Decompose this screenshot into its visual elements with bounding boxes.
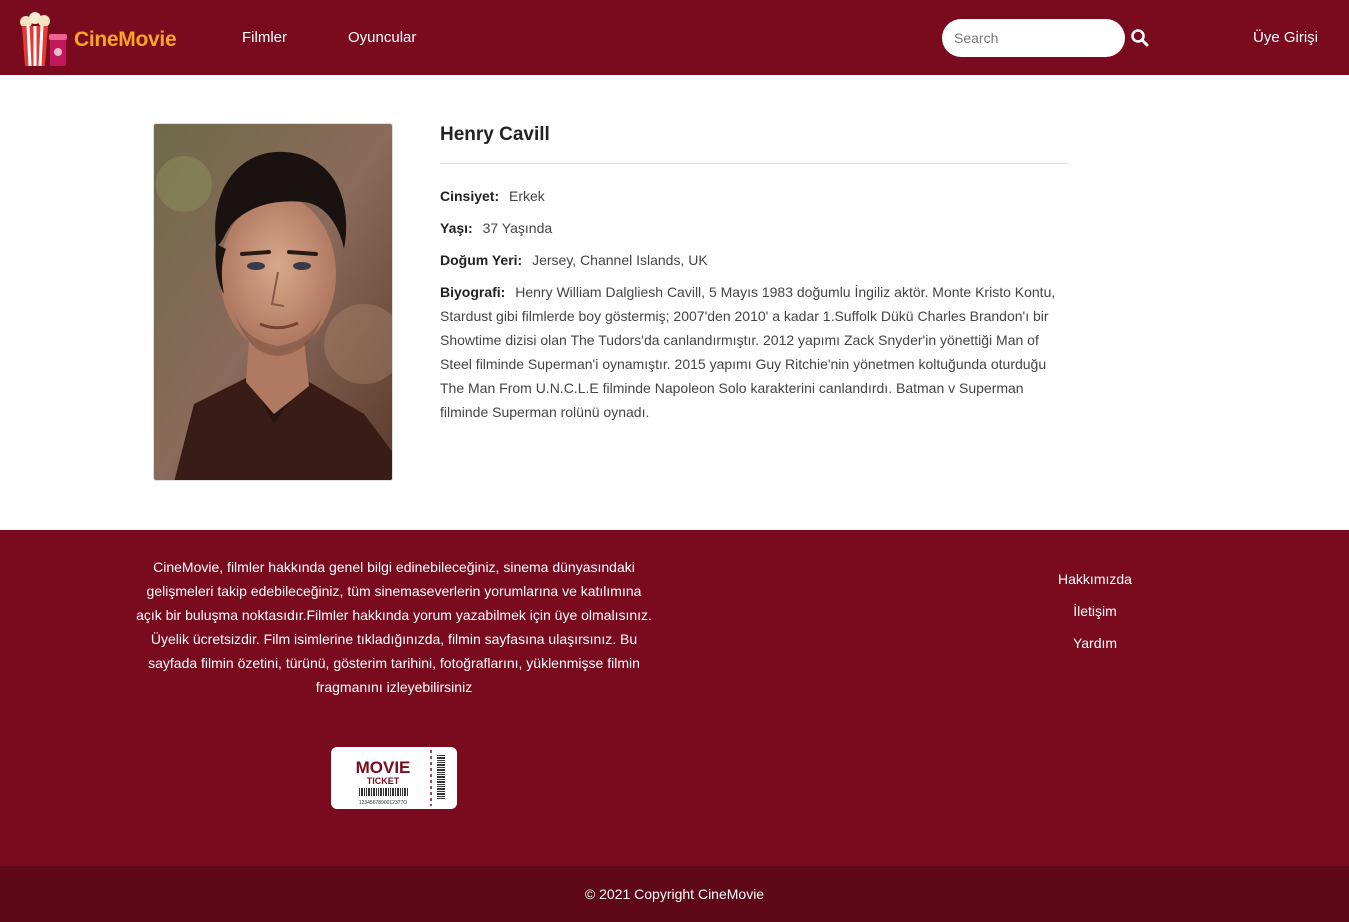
info-age: Yaşı: 37 Yaşında bbox=[440, 216, 1067, 240]
nav-filmler[interactable]: Filmler bbox=[242, 29, 287, 46]
navbar: CineMovie Filmler Oyuncular Üye Girişi bbox=[0, 0, 1349, 75]
footer: CineMovie, filmler hakkında genel bilgi … bbox=[0, 530, 1349, 866]
ticket-title: MOVIE bbox=[356, 758, 411, 777]
info-value: 37 Yaşında bbox=[482, 220, 553, 236]
actor-name: Henry Cavill bbox=[440, 124, 550, 145]
brand-logo[interactable]: CineMovie bbox=[18, 12, 177, 68]
info-birthplace: Doğum Yeri: Jersey, Channel Islands, UK bbox=[440, 248, 1067, 272]
popcorn-icon bbox=[20, 12, 67, 67]
footer-link-about[interactable]: Hakkımızda bbox=[1020, 563, 1170, 595]
info-label: Biyografi: bbox=[440, 284, 506, 300]
ticket-subtitle: TICKET bbox=[367, 776, 400, 786]
actor-photo bbox=[153, 123, 393, 481]
footer-link-help[interactable]: Yardım bbox=[1020, 627, 1170, 659]
copyright-bar: © 2021 Copyright CineMovie bbox=[0, 866, 1349, 922]
footer-links: Hakkımızda İletişim Yardım bbox=[1020, 563, 1170, 659]
search-input[interactable] bbox=[942, 19, 1125, 57]
info-label: Yaşı: bbox=[440, 220, 473, 236]
nav-oyuncular[interactable]: Oyuncular bbox=[348, 29, 416, 46]
login-link[interactable]: Üye Girişi bbox=[1253, 29, 1318, 46]
info-label: Cinsiyet: bbox=[440, 188, 500, 204]
search-icon[interactable] bbox=[1130, 28, 1150, 48]
actor-biography: Biyografi: Henry William Dalgliesh Cavil… bbox=[440, 280, 1067, 424]
actor-details: Henry Cavill Cinsiyet: Erkek Yaşı: 37 Ya… bbox=[440, 124, 1067, 424]
actor-portrait-image bbox=[154, 124, 392, 480]
footer-about-text: CineMovie, filmler hakkında genel bilgi … bbox=[136, 559, 652, 695]
info-label: Doğum Yeri: bbox=[440, 252, 523, 268]
brand-name: CineMovie bbox=[74, 28, 177, 51]
footer-link-contact[interactable]: İletişim bbox=[1020, 595, 1170, 627]
info-value: Erkek bbox=[509, 188, 545, 204]
movie-ticket-logo: MOVIE TICKET 1234567890012377O bbox=[331, 747, 457, 809]
divider bbox=[440, 163, 1067, 164]
info-value: Jersey, Channel Islands, UK bbox=[532, 252, 708, 268]
info-gender: Cinsiyet: Erkek bbox=[440, 184, 1067, 208]
ticket-barcode-number: 1234567890012377O bbox=[359, 800, 407, 806]
biography-text: Henry William Dalgliesh Cavill, 5 Mayıs … bbox=[440, 284, 1056, 420]
copyright-text: © 2021 Copyright CineMovie bbox=[584, 886, 765, 902]
